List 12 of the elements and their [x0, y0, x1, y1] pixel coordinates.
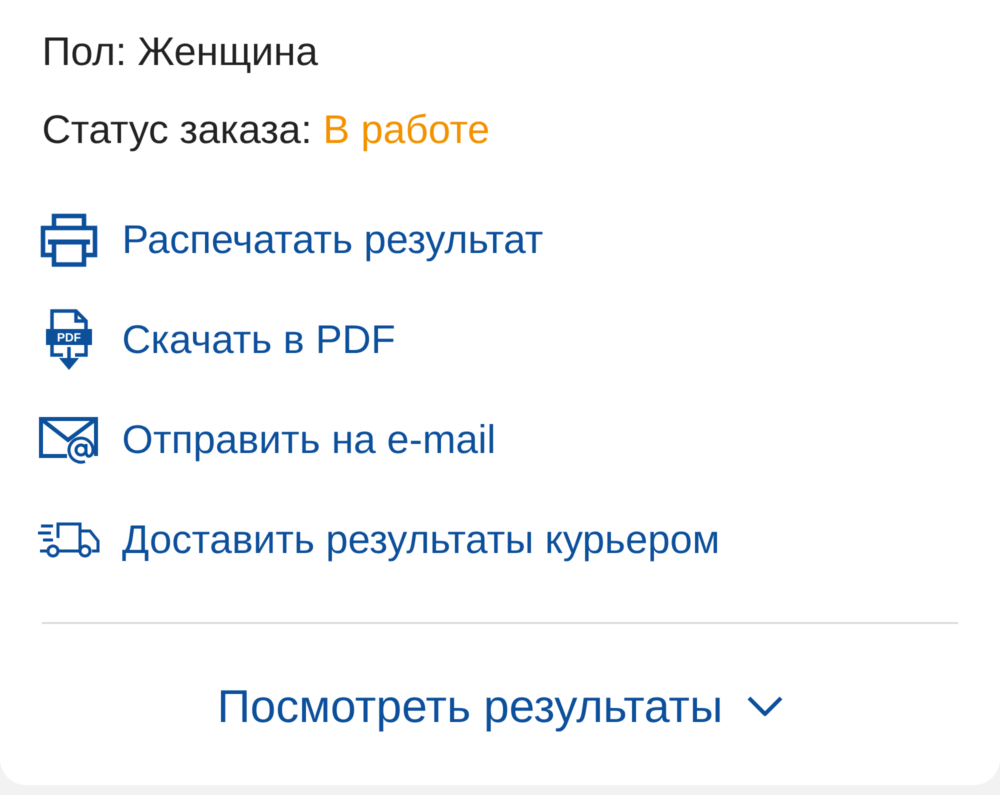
courier-delivery-link[interactable]: Доставить результаты курьером: [122, 518, 720, 562]
field-value: Женщина: [138, 30, 318, 74]
download-pdf-link[interactable]: Скачать в PDF: [122, 318, 396, 362]
print-result-link[interactable]: Распечатать результат: [122, 218, 544, 262]
field-label: Статус заказа:: [42, 108, 312, 152]
delivery-truck-icon[interactable]: [38, 522, 100, 558]
status-value: В работе: [323, 108, 490, 152]
send-email-link[interactable]: Отправить на e-mail: [122, 418, 496, 462]
printer-icon[interactable]: [40, 213, 98, 267]
view-results-toggle[interactable]: Посмотреть результаты: [217, 676, 783, 736]
envelope-at-icon[interactable]: [38, 416, 100, 464]
field-label: Пол:: [42, 30, 127, 74]
